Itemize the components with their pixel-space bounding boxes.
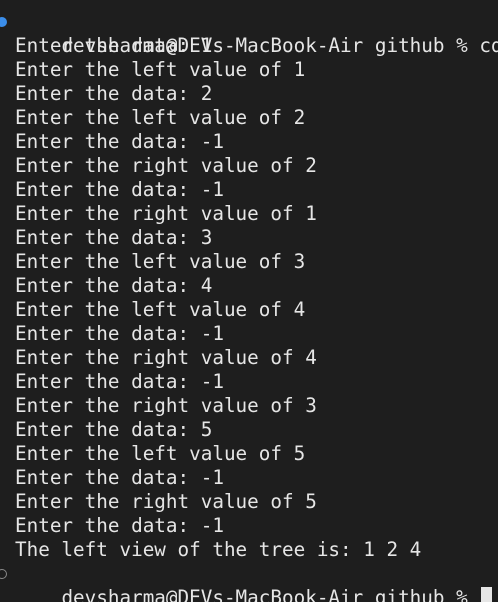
command-status-icon[interactable] (0, 17, 7, 27)
cursor-block (481, 587, 493, 602)
output-line: Enter the data: 3 (15, 226, 213, 249)
output-line: Enter the data: -1 (15, 466, 224, 489)
terminal-output: Enter the data: 1 Enter the left value of… (0, 34, 498, 562)
output-line: Enter the left value of 4 (15, 298, 306, 321)
output-line: Enter the data: 5 (15, 418, 213, 441)
output-line: Enter the right value of 3 (15, 394, 317, 417)
first-prompt-line: devsharma@DEVs-MacBook-Air github % cd "… (0, 10, 498, 57)
output-line: Enter the data: 4 (15, 274, 213, 297)
command-idle-icon[interactable] (0, 569, 7, 579)
output-line: Enter the data: -1 (15, 130, 224, 153)
output-line: Enter the right value of 1 (15, 202, 317, 225)
output-line: Enter the right value of 4 (15, 346, 317, 369)
output-line: Enter the left value of 2 (15, 106, 306, 129)
last-prompt-text: devsharma@DEVs-MacBook-Air github % (61, 586, 480, 602)
output-line: Enter the data: 1 (15, 34, 213, 57)
output-line: Enter the left value of 3 (15, 250, 306, 273)
output-line: Enter the data: -1 (15, 178, 224, 201)
output-line: Enter the data: 2 (15, 82, 213, 105)
output-line: Enter the data: -1 (15, 514, 224, 537)
output-line: Enter the right value of 5 (15, 490, 317, 513)
output-line: Enter the right value of 2 (15, 154, 317, 177)
terminal-panel[interactable]: devsharma@DEVs-MacBook-Air github % cd "… (0, 0, 498, 602)
output-line: Enter the left value of 1 (15, 58, 306, 81)
output-line: Enter the data: -1 (15, 370, 224, 393)
output-line: Enter the data: -1 (15, 322, 224, 345)
output-line: Enter the left value of 5 (15, 442, 306, 465)
last-prompt-line: devsharma@DEVs-MacBook-Air github % (0, 562, 498, 602)
output-line: The left view of the tree is: 1 2 4 (15, 538, 422, 561)
